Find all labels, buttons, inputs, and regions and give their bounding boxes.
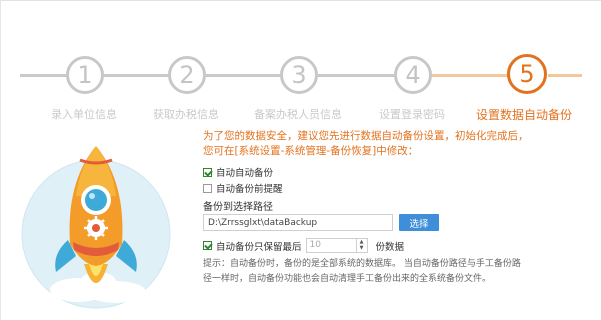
keep-count-suffix: 份数据 [375,241,405,253]
step-3-circle: 3 [280,56,318,94]
chevron-down-icon[interactable]: ▼ [360,246,364,251]
rocket-illustration [18,142,193,310]
backup-path-input[interactable]: D:\Zrrssglxt\dataBackup [203,214,393,231]
keep-count-option: 自动备份只保留最后 10 ▲ ▼ 份数据 [203,238,404,253]
step-number: 3 [291,61,307,89]
top-border [0,0,601,1]
step-connector [206,74,282,77]
step-4-label: 设置登录密码 [379,108,445,121]
step-2-label: 获取办税信息 [153,108,219,121]
browse-button[interactable]: 选择 [399,214,439,231]
step-3-label: 备案办税人员信息 [254,108,342,121]
step-4-circle: 4 [394,56,432,94]
step-5-circle: 5 [507,54,547,94]
step-2-circle: 2 [168,56,206,94]
keep-count-value: 10 [309,240,321,250]
step-number: 1 [77,61,93,89]
remind-before-option[interactable]: 自动备份前提醒 [203,181,283,195]
remind-before-checkbox[interactable] [203,183,212,193]
stepper-arrows[interactable]: ▲ ▼ [355,239,367,252]
step-connector [104,74,170,77]
left-border [0,0,1,320]
auto-backup-label: 自动自动备份 [216,168,274,179]
step-number: 5 [519,60,535,88]
step-connector [318,74,396,77]
backup-hint: 提示：自动备份时，备份的是全部系统的数据库。 当自动备份路径与手工备份路径一样时… [203,259,521,284]
remind-before-label: 自动备份前提醒 [216,184,283,195]
chevron-up-icon[interactable]: ▲ [360,239,364,245]
keep-count-stepper[interactable]: 10 ▲ ▼ [305,238,368,253]
backup-path-label: 备份到选择路径 [203,202,273,213]
auto-backup-checkbox[interactable] [203,167,212,177]
step-connector-active [548,74,582,77]
step-5-label: 设置数据自动备份 [475,108,572,122]
keep-count-checkbox[interactable] [203,241,212,250]
step-connector [20,74,68,77]
keep-count-label: 自动备份只保留最后 [216,241,302,253]
progress-stepper: 1 2 3 4 5 录入单位信息 获取办税信息 备案办税人员信息 设置登录密码 … [0,50,601,130]
backup-notice: 为了您的数据安全，建议您先进行数据自动备份设置，初始化完成后，您可在[系统设置-… [203,130,529,157]
step-number: 4 [405,61,421,89]
step-connector-active [432,74,508,77]
step-number: 2 [179,61,195,89]
auto-backup-option[interactable]: 自动自动备份 [203,165,273,179]
rocket-icon [21,146,171,309]
step-1-circle: 1 [66,56,104,94]
